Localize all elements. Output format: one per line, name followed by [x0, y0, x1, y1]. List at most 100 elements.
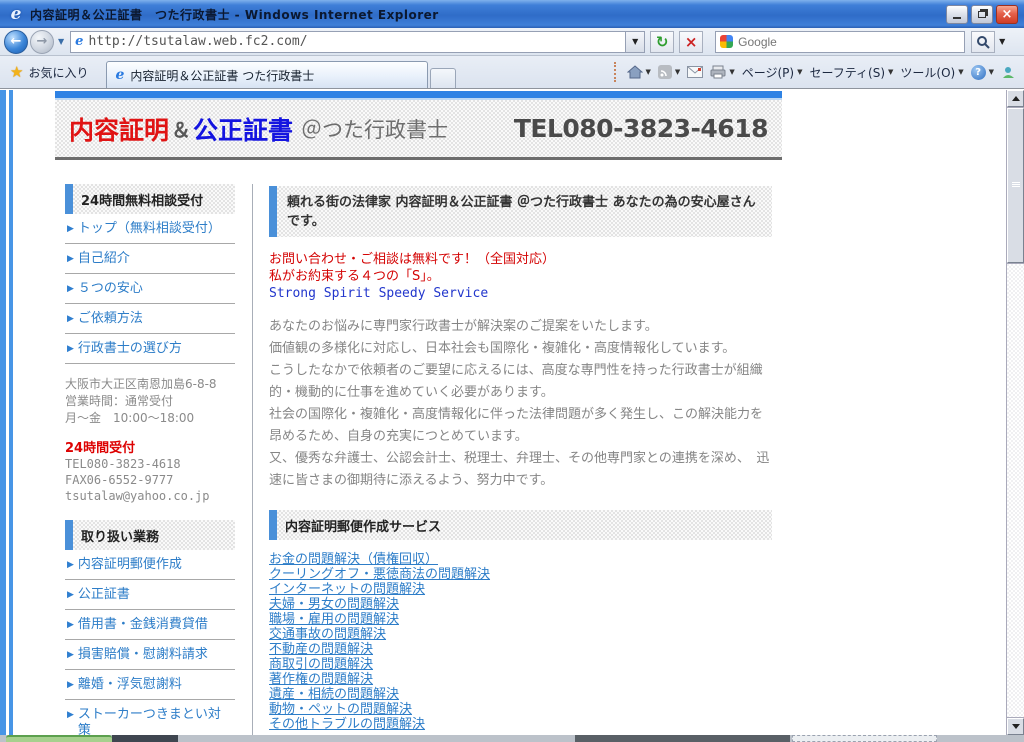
service-section-title: 内容証明郵便作成サービス — [269, 510, 772, 540]
triangle-bullet-icon: ▶ — [67, 284, 74, 297]
sidebar-link-five-assurances[interactable]: ▶ ５つの安心 — [65, 274, 235, 304]
read-mail-button[interactable] — [687, 66, 703, 78]
home-dropdown-icon[interactable]: ▼ — [646, 68, 651, 76]
address-line: 大阪市大正区南恩加島6-8-8 — [65, 376, 233, 393]
start-button-sliver[interactable] — [6, 735, 112, 742]
feeds-button[interactable]: ▼ — [658, 65, 680, 79]
messenger-button[interactable] — [1001, 65, 1016, 79]
sidebar-link-profile[interactable]: ▶自己紹介 — [65, 244, 235, 274]
url-input[interactable] — [88, 34, 621, 49]
sidebar-link-label: 損害賠償・慰謝料請求 — [78, 647, 208, 663]
taskbar-item-sliver[interactable] — [112, 735, 178, 742]
header-phone-number: TEL080-3823-4618 — [514, 114, 768, 143]
page-top-accent-bar — [55, 91, 782, 100]
sidebar-link-label: トップ（無料相談受付） — [78, 221, 221, 237]
triangle-bullet-icon: ▶ — [67, 224, 74, 237]
service-link-pets[interactable]: 動物・ペットの問題解決 — [269, 702, 772, 717]
search-input[interactable] — [738, 35, 960, 49]
new-tab-button[interactable] — [430, 68, 456, 88]
home-icon — [627, 65, 643, 79]
triangle-bullet-icon: ▶ — [67, 650, 74, 663]
web-page: 内容証明 ＆ 公正証書 ＠つた行政書士 TEL080-3823-4618 24時… — [55, 90, 782, 735]
sidebar-link-how-to-request[interactable]: ▶ご依頼方法 — [65, 304, 235, 334]
sidebar-link-top[interactable]: ▶ トップ（無料相談受付） — [65, 214, 235, 244]
close-button[interactable]: × — [996, 5, 1018, 24]
help-button[interactable]: ? ▼ — [971, 65, 994, 80]
contact-fax: FAX06-6552-9777 — [65, 472, 235, 488]
home-button[interactable]: ▼ — [627, 65, 651, 79]
search-button[interactable] — [971, 31, 995, 53]
triangle-bullet-icon: ▶ — [67, 254, 74, 267]
page-icon: e — [75, 34, 83, 49]
sidebar-link-label: ストーカーつきまとい対策 — [78, 707, 230, 735]
service-link-couples[interactable]: 夫婦・男女の問題解決 — [269, 597, 772, 612]
service-link-traffic-accident[interactable]: 交通事故の問題解決 — [269, 627, 772, 642]
sidebar-link-divorce[interactable]: ▶離婚・浮気慰謝料 — [65, 670, 235, 700]
sidebar-link-label: 行政書士の選び方 — [78, 341, 182, 357]
magnifier-icon — [976, 35, 990, 49]
address-dropdown-button[interactable]: ▼ — [626, 31, 645, 53]
triangle-bullet-icon: ▶ — [67, 680, 74, 693]
search-options-dropdown-icon[interactable]: ▼ — [999, 37, 1005, 46]
history-dropdown-icon[interactable]: ▼ — [58, 37, 64, 46]
hours-title: 24時間受付 — [65, 437, 235, 456]
restore-button[interactable] — [971, 5, 993, 24]
service-link-workplace[interactable]: 職場・雇用の問題解決 — [269, 612, 772, 627]
service-link-real-estate[interactable]: 不動産の問題解決 — [269, 642, 772, 657]
sidebar-link-how-to-choose[interactable]: ▶ 行政書士の選び方 — [65, 334, 235, 364]
help-dropdown-icon[interactable]: ▼ — [989, 68, 994, 76]
tools-menu-button[interactable]: ツール(O) ▼ — [900, 64, 963, 81]
stop-button[interactable]: × — [679, 31, 703, 53]
safety-menu-button[interactable]: セーフティ(S) ▼ — [809, 64, 893, 81]
scrollbar-thumb[interactable] — [1007, 108, 1024, 263]
content-columns: 24時間無料相談受付 ▶トップ（無料相談受付） ▶自己紹介 ▶５つの安心 ▶ご依… — [55, 184, 782, 735]
forward-button[interactable]: → — [30, 30, 54, 54]
service-link-inheritance[interactable]: 遺産・相続の問題解決 — [269, 687, 772, 702]
active-tab[interactable]: e 内容証明＆公正証書 つた行政書士 — [106, 61, 428, 88]
site-title-amp: ＆ — [171, 114, 191, 143]
address-bar[interactable]: e — [70, 31, 626, 53]
triangle-bullet-icon: ▶ — [67, 560, 74, 573]
page-viewport: 内容証明 ＆ 公正証書 ＠つた行政書士 TEL080-3823-4618 24時… — [0, 90, 1024, 735]
notice-free-consultation: お問い合わせ・ご相談は無料です！（全国対応） — [269, 251, 772, 268]
print-dropdown-icon[interactable]: ▼ — [729, 68, 734, 76]
paragraph: 価値観の多様化に対応し、日本社会も国際化・複雑化・高度情報化しています。 — [269, 338, 772, 360]
refresh-button[interactable]: ↻ — [650, 31, 674, 53]
page-menu-button[interactable]: ページ(P) ▼ — [742, 64, 803, 81]
service-link-cooling-off[interactable]: クーリングオフ・悪徳商法の問題解決 — [269, 567, 772, 582]
messenger-icon — [1001, 65, 1016, 79]
vertical-scrollbar[interactable] — [1006, 90, 1024, 735]
service-link-internet[interactable]: インターネットの問題解決 — [269, 582, 772, 597]
intro-paragraphs: あなたのお悩みに専門家行政書士が解決案のご提案をいたします。 価値観の多様化に対… — [269, 316, 772, 492]
service-link-copyright[interactable]: 著作権の問題解決 — [269, 672, 772, 687]
taskbar-item-sliver[interactable] — [575, 735, 790, 742]
favorites-button[interactable]: ★ お気に入り — [6, 59, 98, 85]
service-link-money[interactable]: お金の問題解決（債権回収） — [269, 552, 772, 567]
service-link-other-trouble[interactable]: その他トラブルの問題解決 — [269, 717, 772, 732]
taskbar-item-sliver[interactable] — [792, 735, 937, 742]
scroll-up-button[interactable] — [1007, 90, 1024, 107]
sidebar-link-stalker[interactable]: ▶ストーカーつきまとい対策 — [65, 700, 235, 735]
favorites-label: お気に入り — [28, 64, 88, 81]
sidebar-link-label: ５つの安心 — [78, 281, 143, 297]
sidebar-link-naiyoshomei[interactable]: ▶内容証明郵便作成 — [65, 550, 235, 580]
triangle-bullet-icon: ▶ — [67, 344, 74, 357]
sidebar-link-label: 借用書・金銭消費貸借 — [78, 617, 208, 633]
sidebar-link-damages[interactable]: ▶ 損害賠償・慰謝料請求 — [65, 640, 235, 670]
sidebar-link-koseishosho[interactable]: ▶公正証書 — [65, 580, 235, 610]
minimize-button[interactable] — [946, 5, 968, 24]
help-icon: ? — [971, 65, 986, 80]
feeds-dropdown-icon[interactable]: ▼ — [675, 68, 680, 76]
rss-feed-icon — [658, 65, 672, 79]
printer-icon — [710, 65, 726, 79]
tab-favicon-icon: e — [115, 67, 124, 83]
scrollbar-grip-icon — [1012, 182, 1020, 188]
tools-menu-label: ツール(O) — [900, 64, 955, 81]
service-link-commerce[interactable]: 商取引の問題解決 — [269, 657, 772, 672]
print-button[interactable]: ▼ — [710, 65, 734, 79]
main-content: 頼れる街の法律家 内容証明＆公正証書 ＠つた行政書士 あなたの為の安心屋さんです… — [253, 184, 782, 735]
back-button[interactable]: ← — [4, 30, 28, 54]
search-box[interactable] — [715, 31, 965, 53]
sidebar-link-loan-documents[interactable]: ▶借用書・金銭消費貸借 — [65, 610, 235, 640]
scroll-down-button[interactable] — [1007, 718, 1024, 735]
